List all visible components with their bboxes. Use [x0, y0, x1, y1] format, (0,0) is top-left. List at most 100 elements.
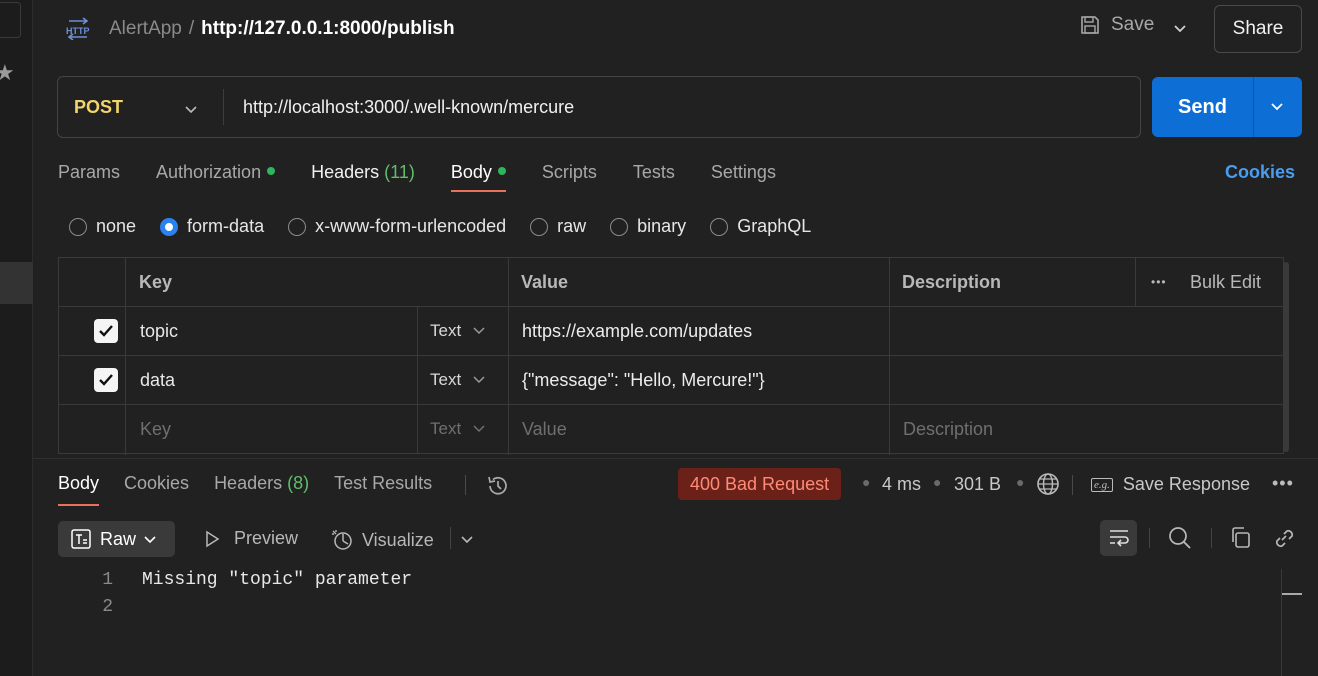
tab-body-label: Body — [450, 162, 492, 182]
key-cell[interactable]: topic — [140, 307, 178, 355]
response-headers-count: (8) — [287, 473, 310, 493]
cookies-link[interactable]: Cookies — [1225, 162, 1295, 183]
radio-label: binary — [637, 216, 687, 236]
body-type-radio-group: none form-data x-www-form-urlencoded raw… — [69, 216, 835, 237]
breadcrumb-collection[interactable]: AlertApp — [109, 18, 182, 39]
tab-scripts-label: Scripts — [541, 162, 597, 182]
tab-scripts[interactable]: Scripts — [542, 162, 597, 192]
row-checkbox[interactable] — [94, 307, 118, 355]
method-select[interactable]: POST — [74, 97, 123, 118]
column-header-description: Description — [902, 271, 1002, 292]
send-options-chevron-down-icon[interactable] — [1269, 99, 1285, 120]
response-tabs: Body Cookies Headers (8) Test Results — [58, 473, 457, 506]
radio-binary[interactable]: binary — [610, 216, 686, 237]
radio-form-data[interactable]: form-data — [160, 216, 264, 237]
column-divider — [417, 307, 418, 355]
key-input[interactable]: Key — [140, 405, 171, 453]
status-badge[interactable]: 400 Bad Request — [678, 468, 842, 500]
tab-tests[interactable]: Tests — [633, 162, 675, 192]
breadcrumb-separator: / — [188, 18, 195, 39]
view-divider — [450, 527, 451, 549]
sidebar-top-button[interactable] — [0, 2, 21, 38]
visualize-button[interactable]: Visualize — [330, 528, 434, 552]
type-select[interactable]: Text — [430, 405, 485, 453]
chevron-down-icon — [473, 370, 485, 390]
save-response-icon: e.g. — [1091, 477, 1113, 492]
value-input[interactable]: Value — [522, 405, 567, 453]
tab-params[interactable]: Params — [58, 162, 120, 192]
meta-separator: ● — [933, 474, 942, 490]
headers-count: (11) — [384, 162, 415, 182]
search-icon[interactable] — [1167, 525, 1193, 556]
tab-params-label: Params — [58, 162, 121, 182]
link-icon[interactable] — [1271, 525, 1297, 556]
type-select[interactable]: Text — [430, 356, 485, 404]
checkbox-checked-icon — [94, 368, 118, 392]
save-button[interactable]: Save — [1079, 14, 1154, 36]
url-input[interactable]: http://localhost:3000/.well-known/mercur… — [243, 97, 574, 118]
sidebar-selected-item[interactable] — [0, 262, 33, 304]
response-scrollbar-thumb[interactable] — [1282, 593, 1302, 595]
save-response-label: Save Response — [1122, 474, 1250, 494]
copy-icon[interactable] — [1229, 525, 1253, 556]
url-divider — [223, 89, 224, 125]
chevron-down-icon — [473, 419, 485, 439]
response-scrollbar[interactable] — [1281, 569, 1282, 676]
preview-button[interactable]: Preview — [202, 528, 298, 549]
key-cell[interactable]: data — [140, 356, 175, 404]
tab-settings[interactable]: Settings — [711, 162, 776, 192]
row-checkbox[interactable] — [94, 356, 118, 404]
response-tab-test-results[interactable]: Test Results — [334, 473, 432, 506]
response-tab-body[interactable]: Body — [58, 473, 100, 506]
visualize-icon — [332, 530, 352, 550]
response-tab-cookies[interactable]: Cookies — [124, 473, 189, 506]
tab-headers[interactable]: Headers (11) — [311, 162, 415, 192]
response-tab-headers-label: Headers — [214, 473, 283, 493]
send-button[interactable]: Send — [1152, 77, 1253, 137]
meta-separator: ● — [862, 474, 871, 490]
body-indicator-dot — [497, 167, 506, 176]
radio-none[interactable]: none — [69, 216, 136, 237]
radio-circle — [610, 217, 629, 236]
history-icon[interactable] — [485, 473, 511, 504]
method-chevron-down-icon[interactable] — [184, 101, 198, 122]
raw-view-select[interactable]: Raw — [58, 521, 175, 557]
bulk-edit-button[interactable]: Bulk Edit — [1190, 258, 1261, 306]
tab-settings-label: Settings — [710, 162, 776, 182]
tab-separator — [465, 475, 466, 495]
star-icon[interactable]: ★ — [0, 60, 15, 86]
radio-raw[interactable]: raw — [530, 216, 586, 237]
value-cell[interactable]: {"message": "Hello, Mercure!"} — [522, 356, 765, 404]
tab-authorization[interactable]: Authorization — [156, 162, 276, 192]
send-divider — [1253, 77, 1254, 137]
response-more-options-icon[interactable]: ••• — [1272, 473, 1294, 494]
save-options-chevron-down-icon[interactable] — [1173, 20, 1187, 41]
url-bar: POST http://localhost:3000/.well-known/m… — [57, 76, 1141, 138]
radio-circle — [288, 217, 307, 236]
visualize-chevron-down-icon[interactable] — [460, 531, 474, 552]
table-row-placeholder: Key Text Value Description — [59, 405, 1285, 454]
type-select[interactable]: Text — [430, 307, 485, 355]
description-input[interactable]: Description — [903, 405, 993, 453]
response-time[interactable]: 4 ms — [882, 474, 921, 495]
send-button-group: Send — [1152, 77, 1302, 137]
share-button[interactable]: Share — [1214, 5, 1302, 53]
response-tab-headers[interactable]: Headers (8) — [214, 473, 309, 506]
tab-body[interactable]: Body — [450, 162, 506, 192]
table-scrollbar[interactable] — [1283, 262, 1289, 452]
radio-urlencoded[interactable]: x-www-form-urlencoded — [288, 216, 506, 237]
save-response-button[interactable]: e.g. Save Response — [1091, 474, 1250, 495]
left-sidebar-rail: ★ — [0, 0, 33, 676]
column-divider — [1135, 258, 1136, 306]
value-cell[interactable]: https://example.com/updates — [522, 307, 752, 355]
svg-text:HTTP: HTTP — [66, 26, 90, 36]
table-row: topic Text https://example.com/updates — [59, 307, 1285, 356]
more-options-icon[interactable]: ••• — [1151, 258, 1167, 306]
wrap-lines-button[interactable] — [1100, 520, 1137, 556]
raw-label: Raw — [100, 528, 137, 549]
response-size[interactable]: 301 B — [954, 474, 1001, 495]
preview-label: Preview — [234, 528, 299, 548]
globe-icon[interactable] — [1035, 471, 1061, 502]
request-title[interactable]: http://127.0.0.1:8000/publish — [201, 18, 454, 39]
radio-graphql[interactable]: GraphQL — [710, 216, 811, 237]
